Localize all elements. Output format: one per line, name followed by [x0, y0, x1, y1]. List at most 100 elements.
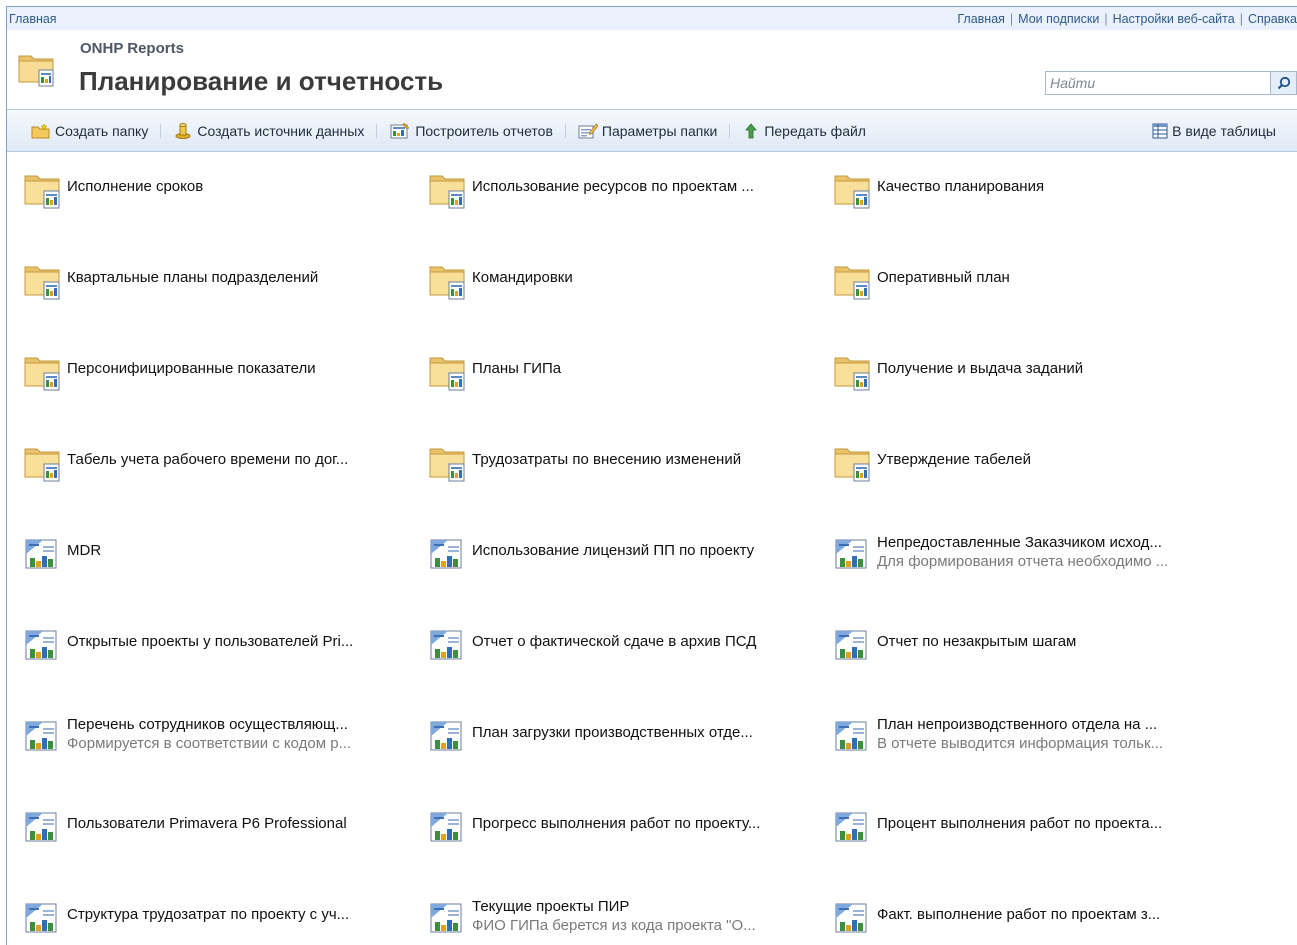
folder-report-icon: [833, 443, 877, 483]
help-link[interactable]: Справка: [1248, 12, 1297, 26]
folder-item[interactable]: Использование ресурсов по проектам ...: [428, 156, 833, 247]
report-item[interactable]: Использование лицензий ПП по проекту: [428, 520, 833, 611]
folder-item[interactable]: Получение и выдача заданий: [833, 338, 1273, 429]
new-datasource-button[interactable]: Создать источник данных: [173, 122, 364, 140]
item-name-link[interactable]: Структура трудозатрат по проекту с уч...: [67, 906, 349, 924]
report-item[interactable]: Отчет о фактической сдаче в архив ПСД: [428, 611, 833, 702]
item-name-link[interactable]: Командировки: [472, 269, 573, 287]
folder-report-icon: [428, 170, 472, 210]
search-button[interactable]: [1270, 71, 1297, 95]
item-name-link[interactable]: Персонифицированные показатели: [67, 360, 316, 378]
item-name-link[interactable]: Получение и выдача заданий: [877, 360, 1083, 378]
item-name-link[interactable]: Непредоставленные Заказчиком исход...: [877, 534, 1168, 552]
home-link[interactable]: Главная: [957, 12, 1005, 26]
upload-file-label: Передать файл: [764, 122, 866, 139]
item-name-link[interactable]: План загрузки производственных отде...: [472, 724, 753, 742]
report-item[interactable]: Процент выполнения работ по проекта...: [833, 793, 1273, 884]
site-name[interactable]: ONHP Reports: [80, 40, 184, 57]
report-item[interactable]: План непроизводственного отдела на ... В …: [833, 702, 1273, 793]
report-item[interactable]: Открытые проекты у пользователей Pri...: [23, 611, 428, 702]
folder-item[interactable]: Командировки: [428, 247, 833, 338]
item-name-link[interactable]: Квартальные планы подразделений: [67, 269, 318, 287]
report-icon: [23, 716, 67, 756]
item-name-link[interactable]: Факт. выполнение работ по проектам з...: [877, 906, 1160, 924]
item-name-link[interactable]: План непроизводственного отдела на ...: [877, 716, 1163, 734]
report-item[interactable]: Непредоставленные Заказчиком исход... Для…: [833, 520, 1273, 611]
datasource-icon: [175, 122, 191, 139]
item-text: Пользователи Primavera P6 Professional: [67, 807, 347, 833]
item-text: Оперативный план: [877, 261, 1010, 287]
report-item[interactable]: План загрузки производственных отде...: [428, 702, 833, 793]
folder-settings-label: Параметры папки: [601, 122, 718, 139]
item-name-link[interactable]: Планы ГИПа: [472, 360, 561, 378]
item-name-link[interactable]: MDR: [67, 542, 101, 560]
item-name-link[interactable]: Качество планирования: [877, 178, 1044, 196]
folder-item[interactable]: Табель учета рабочего времени по дог...: [23, 429, 428, 520]
folder-item[interactable]: Квартальные планы подразделений: [23, 247, 428, 338]
folder-report-icon: [23, 261, 67, 301]
report-builder-button[interactable]: Построитель отчетов: [389, 122, 553, 140]
page-header: ONHP Reports Планирование и отчетность: [7, 30, 1297, 110]
folder-item[interactable]: Оперативный план: [833, 247, 1273, 338]
report-item[interactable]: Перечень сотрудников осуществляющ... Форм…: [23, 702, 428, 793]
item-name-link[interactable]: Трудозатраты по внесению изменений: [472, 451, 741, 469]
folder-item[interactable]: Трудозатраты по внесению изменений: [428, 429, 833, 520]
item-name-link[interactable]: Оперативный план: [877, 269, 1010, 287]
item-name-link[interactable]: Использование ресурсов по проектам ...: [472, 178, 754, 196]
report-item[interactable]: MDR: [23, 520, 428, 611]
link-separator: |: [1009, 11, 1014, 26]
my-subscriptions-link[interactable]: Мои подписки: [1018, 12, 1099, 26]
report-icon: [23, 625, 67, 665]
report-item[interactable]: Пользователи Primavera P6 Professional: [23, 793, 428, 884]
folder-settings-button[interactable]: Параметры папки: [578, 122, 717, 140]
folder-report-icon: [23, 352, 67, 392]
search-box: [1045, 71, 1297, 95]
folder-item[interactable]: Планы ГИПа: [428, 338, 833, 429]
report-item[interactable]: Отчет по незакрытым шагам: [833, 611, 1273, 702]
report-item[interactable]: Прогресс выполнения работ по проекту...: [428, 793, 833, 884]
item-text: MDR: [67, 534, 101, 560]
page-title: Планирование и отчетность: [79, 66, 444, 96]
report-item[interactable]: Структура трудозатрат по проекту с уч...: [23, 884, 428, 945]
breadcrumb-home-link[interactable]: Главная: [9, 12, 57, 26]
item-name-link[interactable]: Процент выполнения работ по проекта...: [877, 815, 1162, 833]
table-view-icon: [1152, 123, 1168, 139]
folder-item[interactable]: Исполнение сроков: [23, 156, 428, 247]
report-icon: [833, 534, 877, 574]
item-name-link[interactable]: Табель учета рабочего времени по дог...: [67, 451, 348, 469]
report-builder-icon: [390, 122, 410, 138]
details-view-button[interactable]: В виде таблицы: [1152, 110, 1276, 152]
new-folder-button[interactable]: Создать папку: [31, 123, 148, 139]
report-icon: [428, 898, 472, 938]
item-name-link[interactable]: Исполнение сроков: [67, 178, 203, 196]
folder-item[interactable]: Персонифицированные показатели: [23, 338, 428, 429]
report-icon: [428, 625, 472, 665]
item-description: В отчете выводится информация тольк...: [877, 735, 1164, 752]
folder-item[interactable]: Качество планирования: [833, 156, 1273, 247]
item-name-link[interactable]: Пользователи Primavera P6 Professional: [67, 815, 347, 833]
report-icon: [833, 807, 877, 847]
item-text: Получение и выдача заданий: [877, 352, 1083, 378]
site-settings-link[interactable]: Настройки веб-сайта: [1113, 12, 1235, 26]
folder-report-icon: [428, 443, 472, 483]
item-text: Квартальные планы подразделений: [67, 261, 318, 287]
item-name-link[interactable]: Открытые проекты у пользователей Pri...: [67, 633, 353, 651]
item-text: Структура трудозатрат по проекту с уч...: [67, 898, 349, 924]
search-input[interactable]: [1045, 71, 1270, 95]
item-name-link[interactable]: Текущие проекты ПИР: [472, 898, 756, 916]
search-icon: [1277, 76, 1290, 90]
item-name-link[interactable]: Перечень сотрудников осуществляющ...: [67, 716, 351, 734]
item-name-link[interactable]: Отчет по незакрытым шагам: [877, 633, 1076, 651]
report-builder-label: Построитель отчетов: [415, 122, 553, 139]
item-name-link[interactable]: Прогресс выполнения работ по проекту...: [472, 815, 760, 833]
item-name-link[interactable]: Отчет о фактической сдаче в архив ПСД: [472, 633, 756, 651]
toolbar-separator: [564, 123, 566, 138]
report-icon: [833, 898, 877, 938]
upload-file-button[interactable]: Передать файл: [742, 122, 866, 140]
item-name-link[interactable]: Утверждение табелей: [877, 451, 1031, 469]
upload-arrow-icon: [745, 122, 758, 138]
item-name-link[interactable]: Использование лицензий ПП по проекту: [472, 542, 754, 560]
folder-item[interactable]: Утверждение табелей: [833, 429, 1273, 520]
report-item[interactable]: Факт. выполнение работ по проектам з...: [833, 884, 1273, 945]
report-item[interactable]: Текущие проекты ПИР ФИО ГИПа берется из к…: [428, 884, 833, 945]
